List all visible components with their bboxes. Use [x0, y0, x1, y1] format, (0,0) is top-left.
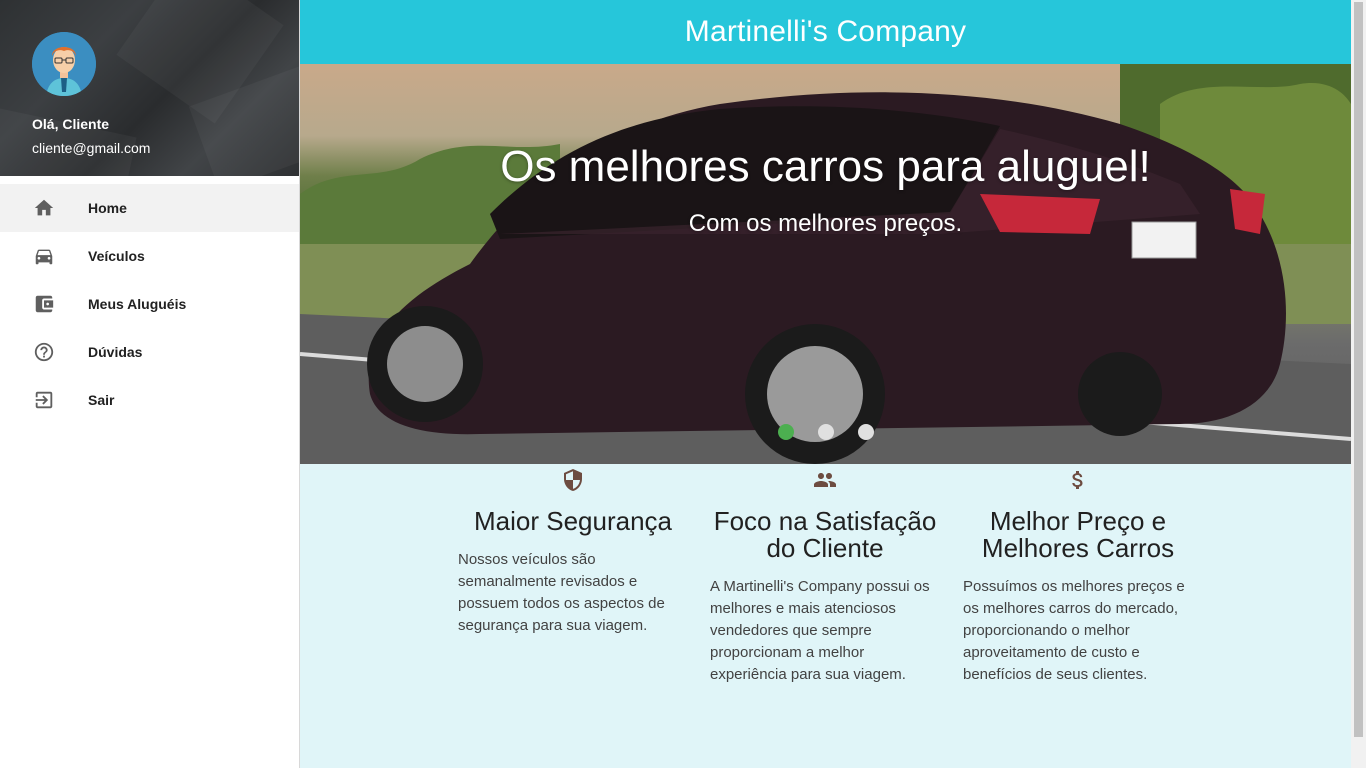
sidebar-item-label: Dúvidas: [88, 344, 143, 360]
page-title: Martinelli's Company: [684, 15, 967, 48]
shield-icon: [561, 468, 585, 492]
app-bar: Martinelli's Company: [300, 0, 1351, 64]
exit-icon: [32, 388, 56, 412]
scrollbar[interactable]: [1351, 0, 1366, 768]
sidebar-item-home[interactable]: Home: [0, 184, 299, 232]
main-content: Martinelli's Company Os melhores carros …: [300, 0, 1351, 768]
feature-text: A Martinelli's Company possui os melhore…: [710, 578, 930, 683]
dollar-icon: [1066, 468, 1090, 492]
sidebar: Olá, Cliente cliente@gmail.com Home Veíc…: [0, 0, 300, 768]
feature-title: Maior Segurança: [474, 506, 672, 536]
sidebar-nav: Home Veículos Meus Aluguéis Dúvidas Sair: [0, 184, 299, 424]
home-icon: [32, 196, 56, 220]
sidebar-item-label: Veículos: [88, 248, 145, 264]
carousel-dot-3[interactable]: [857, 424, 874, 440]
sidebar-header: Olá, Cliente cliente@gmail.com: [0, 0, 299, 176]
feature-text: Possuímos os melhores preços e os melhor…: [963, 578, 1185, 683]
carousel-indicators: [300, 424, 1351, 440]
feature-title: Melhor Preço e Melhores Carros: [981, 506, 1175, 563]
scrollbar-thumb[interactable]: [1354, 2, 1363, 737]
feature-title: Foco na Satisfação do Cliente: [713, 506, 937, 563]
avatar[interactable]: [32, 32, 96, 96]
sidebar-item-duvidas[interactable]: Dúvidas: [0, 328, 299, 376]
hero-title: Os melhores carros para aluguel!: [500, 142, 1151, 191]
hero-car-image: [300, 64, 1351, 464]
feature-text: Nossos veículos são semanalmente revisad…: [458, 551, 665, 634]
sidebar-item-sair[interactable]: Sair: [0, 376, 299, 424]
sidebar-item-label: Home: [88, 200, 127, 216]
sidebar-item-meus-alugueis[interactable]: Meus Aluguéis: [0, 280, 299, 328]
sidebar-item-label: Sair: [88, 392, 115, 408]
help-circle-icon: [32, 340, 56, 364]
hero-carousel[interactable]: Os melhores carros para aluguel! Com os …: [300, 64, 1351, 464]
user-email: cliente@gmail.com: [32, 140, 151, 156]
people-icon: [813, 468, 837, 492]
hero-subtitle: Com os melhores preços.: [688, 210, 963, 237]
wallet-icon: [32, 292, 56, 316]
sidebar-item-label: Meus Aluguéis: [88, 296, 187, 312]
car-icon: [32, 244, 56, 268]
carousel-dot-2[interactable]: [817, 424, 834, 440]
sidebar-item-veiculos[interactable]: Veículos: [0, 232, 299, 280]
carousel-dot-1[interactable]: [777, 424, 794, 440]
user-greeting: Olá, Cliente: [32, 116, 110, 132]
